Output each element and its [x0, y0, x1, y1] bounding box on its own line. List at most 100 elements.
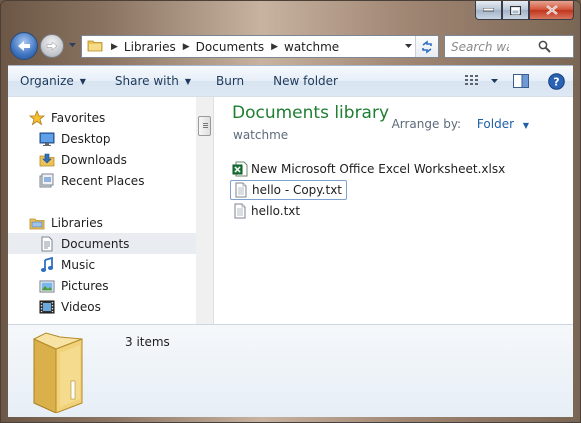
chevron-down-icon: ▼: [79, 76, 86, 86]
arrange-by-dropdown[interactable]: Folder: [477, 117, 514, 131]
organize-button[interactable]: Organize ▼: [8, 66, 95, 96]
sidebar-item-desktop[interactable]: Desktop: [8, 128, 196, 149]
navigation-scrollbar[interactable]: [196, 97, 214, 325]
sidebar-item-label: Pictures: [61, 278, 109, 293]
share-with-label: Share with: [114, 74, 179, 88]
library-title: Documents library: [232, 103, 390, 123]
videos-icon: [39, 299, 55, 315]
file-name: hello.txt: [251, 204, 301, 218]
preview-pane-button[interactable]: [503, 66, 539, 96]
scrollbar-thumb[interactable]: [198, 116, 211, 136]
caption-buttons: [475, 1, 574, 21]
text-file-icon: [233, 182, 249, 198]
sidebar-item-label: Desktop: [61, 131, 111, 146]
sidebar-item-recent-places[interactable]: Recent Places: [8, 170, 196, 191]
item-count: 3 items: [125, 335, 170, 349]
file-list-pane: Documents library watchme Arrange by: Fo…: [214, 97, 573, 325]
star-icon: [29, 109, 45, 126]
folder-icon: [87, 38, 103, 55]
command-bar: Organize ▼ Share with ▼ Burn New folder …: [8, 65, 573, 96]
chevron-down-icon: [490, 78, 498, 83]
forward-button[interactable]: [40, 34, 64, 58]
desktop-icon: [39, 131, 55, 147]
documents-icon: [39, 236, 55, 252]
preview-pane-icon: [513, 74, 529, 88]
file-name: New Microsoft Office Excel Worksheet.xls…: [251, 162, 506, 176]
breadcrumb-watchme[interactable]: watchme: [284, 40, 339, 54]
navigation-pane: Favorites Desktop Downloads Recent Place…: [8, 97, 197, 325]
sidebar-item-label: Downloads: [61, 152, 127, 167]
file-item[interactable]: New Microsoft Office Excel Worksheet.xls…: [230, 159, 509, 179]
help-button[interactable]: ?: [539, 66, 573, 96]
breadcrumb-documents[interactable]: Documents: [196, 40, 264, 54]
content-area: Favorites Desktop Downloads Recent Place…: [8, 96, 573, 325]
file-item[interactable]: hello.txt: [230, 201, 304, 221]
address-dropdown-button[interactable]: [400, 36, 416, 57]
chevron-down-icon: ▼: [184, 76, 191, 86]
text-file-icon: [232, 203, 248, 219]
sidebar-item-downloads[interactable]: Downloads: [8, 149, 196, 170]
chevron-down-icon: [68, 42, 76, 47]
details-pane: 3 items: [8, 324, 573, 417]
search-input[interactable]: Search wat...: [445, 40, 509, 54]
close-icon: [545, 5, 558, 15]
sidebar-item-label: Videos: [61, 299, 101, 314]
explorer-window: ▶ Libraries ▶ Documents ▶ watchme Search…: [0, 0, 581, 423]
view-grid-icon: [465, 75, 478, 85]
music-icon: [39, 256, 55, 273]
refresh-icon: [422, 39, 432, 54]
arrange-by-label: Arrange by:: [391, 117, 462, 131]
pictures-icon: [39, 278, 55, 294]
breadcrumb-separator-icon[interactable]: ▶: [183, 42, 190, 52]
large-folder-icon: [30, 329, 88, 416]
maximize-button[interactable]: [502, 1, 529, 20]
forward-arrow-icon: [46, 41, 58, 51]
navigation-bar: ▶ Libraries ▶ Documents ▶ watchme Search…: [7, 29, 574, 63]
help-icon: ?: [547, 72, 565, 90]
address-bar[interactable]: ▶ Libraries ▶ Documents ▶ watchme: [81, 35, 439, 58]
view-options-dropdown[interactable]: [485, 66, 503, 96]
view-controls: ?: [459, 66, 573, 96]
new-folder-label: New folder: [273, 74, 338, 88]
search-box[interactable]: Search wat...: [444, 35, 574, 58]
sidebar-item-favorites[interactable]: Favorites: [8, 107, 196, 128]
sidebar-item-music[interactable]: Music: [8, 254, 196, 275]
file-name: hello - Copy.txt: [252, 183, 343, 197]
breadcrumb-separator-icon[interactable]: ▶: [111, 42, 118, 52]
back-button[interactable]: [10, 32, 38, 60]
organize-label: Organize: [20, 74, 74, 88]
refresh-button[interactable]: [415, 36, 438, 57]
file-item[interactable]: hello - Copy.txt: [230, 180, 348, 200]
breadcrumb: ▶ Libraries ▶ Documents ▶ watchme: [107, 36, 339, 57]
burn-label: Burn: [215, 74, 245, 88]
svg-text:?: ?: [553, 75, 559, 88]
sidebar-item-pictures[interactable]: Pictures: [8, 275, 196, 296]
sidebar-item-label: Documents: [61, 236, 130, 251]
burn-button[interactable]: Burn: [200, 66, 253, 96]
recent-places-icon: [39, 173, 55, 189]
chevron-down-icon[interactable]: ▼: [523, 121, 529, 130]
search-icon[interactable]: [509, 40, 573, 53]
close-button[interactable]: [529, 1, 574, 20]
sidebar-item-label: Music: [61, 257, 96, 272]
excel-file-icon: [232, 161, 248, 177]
new-folder-button[interactable]: New folder: [253, 66, 347, 96]
maximize-icon: [510, 5, 521, 15]
libraries-icon: [29, 215, 45, 231]
library-subtitle: watchme: [233, 128, 289, 142]
minimize-icon: [483, 8, 494, 12]
sidebar-item-label: Libraries: [51, 215, 103, 230]
sidebar-item-documents[interactable]: Documents: [8, 233, 196, 254]
recent-pages-button[interactable]: [68, 41, 76, 49]
minimize-button[interactable]: [475, 1, 502, 20]
sidebar-item-libraries[interactable]: Libraries: [8, 212, 196, 233]
chevron-down-icon: [404, 44, 412, 48]
breadcrumb-libraries[interactable]: Libraries: [124, 40, 176, 54]
share-with-button[interactable]: Share with ▼: [95, 66, 200, 96]
downloads-icon: [39, 152, 55, 168]
breadcrumb-separator-icon[interactable]: ▶: [271, 42, 278, 52]
change-view-button[interactable]: [459, 66, 485, 96]
arrange-by: Arrange by: Folder ▼: [392, 117, 529, 131]
sidebar-item-videos[interactable]: Videos: [8, 296, 196, 317]
sidebar-item-label: Recent Places: [61, 173, 145, 188]
